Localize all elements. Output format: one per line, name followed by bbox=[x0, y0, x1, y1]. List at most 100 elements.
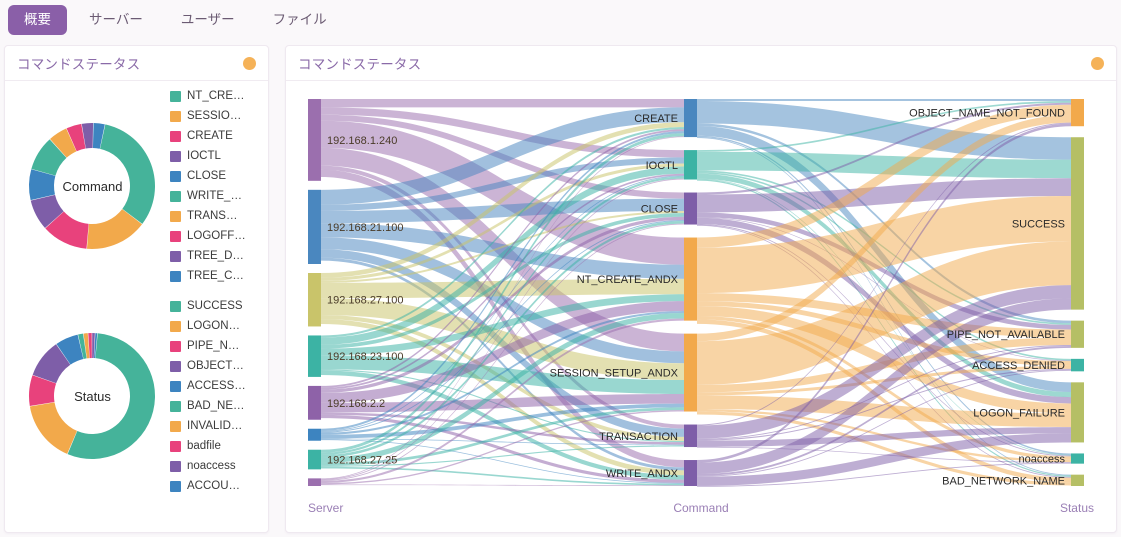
legend-label: BAD_NE… bbox=[187, 400, 245, 412]
sankey-node-label: 192.168.2.2 bbox=[327, 398, 385, 410]
tab-1[interactable]: サーバー bbox=[73, 5, 159, 35]
sankey-node-label: ACCESS_DENIED bbox=[972, 360, 1065, 372]
legend-swatch-icon bbox=[170, 460, 181, 472]
legend-label: SUCCESS bbox=[187, 300, 243, 312]
tab-3[interactable]: ファイル bbox=[257, 5, 343, 35]
legend-label: ACCOU… bbox=[187, 480, 241, 492]
legend-status-item[interactable]: badfile bbox=[170, 437, 262, 455]
legend-swatch-icon bbox=[170, 340, 181, 352]
legend-status-item[interactable]: noaccess bbox=[170, 457, 262, 475]
panel-right-body: 192.168.1.240 192.168.21.100 192.168.27.10… bbox=[286, 81, 1116, 532]
sankey-node-label: LOGON_FAILURE bbox=[973, 407, 1065, 419]
legend-swatch-icon bbox=[170, 420, 181, 432]
sankey-node[interactable] bbox=[1071, 137, 1084, 310]
dashboard-root: 概要 サーバー ユーザー ファイル コマンドステータス Command NT_CRE…… bbox=[0, 0, 1121, 537]
donut-chart-status[interactable]: Status bbox=[15, 301, 170, 491]
legend-swatch-icon bbox=[170, 380, 181, 392]
legend-command-item[interactable]: TRANS… bbox=[170, 207, 262, 225]
donut-block-status: Status SUCCESS LOGON… PIPE_N… OBJECT… ACCESS… bbox=[5, 293, 268, 503]
status-dot-icon[interactable] bbox=[243, 56, 256, 70]
sankey-node[interactable] bbox=[684, 192, 697, 225]
legend-status-item[interactable]: LOGON… bbox=[170, 317, 262, 335]
legend-command-item[interactable]: LOGOFF… bbox=[170, 227, 262, 245]
sankey-node[interactable] bbox=[308, 478, 321, 486]
legend-command-item[interactable]: WRITE_… bbox=[170, 187, 262, 205]
sankey-node[interactable] bbox=[308, 273, 321, 327]
legend-swatch-icon bbox=[170, 270, 181, 282]
sankey-node[interactable] bbox=[684, 424, 697, 448]
sankey-axis-label-server: Server bbox=[308, 501, 343, 515]
legend-status-item[interactable]: OBJECT… bbox=[170, 357, 262, 375]
legend-label: OBJECT… bbox=[187, 360, 244, 372]
tab-2[interactable]: ユーザー bbox=[165, 5, 251, 35]
donut-slice[interactable] bbox=[100, 124, 156, 224]
sankey-node[interactable] bbox=[684, 460, 697, 486]
legend-status-item[interactable]: PIPE_N… bbox=[170, 337, 262, 355]
legend-label: IOCTL bbox=[187, 150, 221, 162]
legend-label: INVALID… bbox=[187, 420, 243, 432]
sankey-node[interactable] bbox=[308, 99, 321, 181]
sankey-node-label: noaccess bbox=[1019, 454, 1066, 466]
legend-label: noaccess bbox=[187, 460, 236, 472]
sankey-node[interactable] bbox=[684, 333, 697, 412]
status-dot-icon[interactable] bbox=[1091, 56, 1104, 70]
legend-swatch-icon bbox=[170, 320, 181, 332]
sankey-node[interactable] bbox=[1071, 99, 1084, 127]
legend-label: badfile bbox=[187, 440, 221, 452]
legend-label: LOGON… bbox=[187, 320, 241, 332]
legend-status-item[interactable]: SUCCESS bbox=[170, 297, 262, 315]
sankey-node-label: OBJECT_NAME_NOT_FOUND bbox=[909, 108, 1065, 120]
donut-chart-command[interactable]: Command bbox=[15, 91, 170, 281]
sankey-node-label: BAD_NETWORK_NAME bbox=[942, 475, 1065, 487]
legend-label: WRITE_… bbox=[187, 190, 242, 202]
sankey-diagram[interactable]: 192.168.1.240 192.168.21.100 192.168.27.10… bbox=[286, 81, 1116, 532]
sankey-axis-label-command: Command bbox=[673, 501, 728, 515]
sankey-node[interactable] bbox=[308, 385, 321, 420]
sankey-node[interactable] bbox=[1071, 358, 1084, 372]
legend-swatch-icon bbox=[170, 480, 181, 492]
legend-command-item[interactable]: IOCTL bbox=[170, 147, 262, 165]
sankey-node[interactable] bbox=[1071, 453, 1084, 464]
tab-0[interactable]: 概要 bbox=[8, 4, 67, 36]
tab-bar: 概要 サーバー ユーザー ファイル bbox=[0, 0, 1121, 40]
sankey-node-label: 192.168.27.25 bbox=[327, 455, 397, 467]
sankey-node[interactable] bbox=[308, 428, 321, 441]
legend-command-item[interactable]: NT_CRE… bbox=[170, 87, 262, 105]
legend-swatch-icon bbox=[170, 250, 181, 262]
sankey-node-label: NT_CREATE_ANDX bbox=[577, 274, 679, 286]
legend-status-item[interactable]: ACCESS… bbox=[170, 377, 262, 395]
sankey-node[interactable] bbox=[1071, 320, 1084, 348]
legend-swatch-icon bbox=[170, 230, 181, 242]
legend-command-item[interactable]: SESSIO… bbox=[170, 107, 262, 125]
sankey-node[interactable] bbox=[1071, 382, 1084, 443]
donut-slice[interactable] bbox=[29, 402, 78, 454]
legend-swatch-icon bbox=[170, 150, 181, 162]
donut-svg-command bbox=[29, 123, 156, 249]
legend-label: SESSIO… bbox=[187, 110, 242, 122]
sankey-node-label: 192.168.21.100 bbox=[327, 222, 403, 234]
sankey-link[interactable] bbox=[321, 99, 684, 108]
legend-label: PIPE_N… bbox=[187, 340, 240, 352]
legend-command-item[interactable]: CLOSE bbox=[170, 167, 262, 185]
sankey-link[interactable] bbox=[697, 99, 1071, 102]
legend-command-item[interactable]: CREATE bbox=[170, 127, 262, 145]
legend-command-item[interactable]: TREE_D… bbox=[170, 247, 262, 265]
sankey-node[interactable] bbox=[684, 99, 697, 138]
legend-label: TRANS… bbox=[187, 210, 238, 222]
sankey-node[interactable] bbox=[684, 150, 697, 180]
legend-status-item[interactable]: ACCOU… bbox=[170, 477, 262, 495]
legend-status-item[interactable]: INVALID… bbox=[170, 417, 262, 435]
sankey-node-label: WRITE_ANDX bbox=[606, 468, 679, 480]
legend-swatch-icon bbox=[170, 110, 181, 122]
sankey-node-label: IOCTL bbox=[646, 160, 678, 172]
sankey-node[interactable] bbox=[308, 335, 321, 377]
sankey-node[interactable] bbox=[308, 449, 321, 470]
sankey-node-label: CREATE bbox=[634, 113, 678, 125]
sankey-node[interactable] bbox=[1071, 474, 1084, 486]
legend-status-item[interactable]: BAD_NE… bbox=[170, 397, 262, 415]
sankey-node[interactable] bbox=[684, 237, 697, 321]
legend-label: LOGOFF… bbox=[187, 230, 246, 242]
sankey-node[interactable] bbox=[308, 189, 321, 264]
legend-label: TREE_C… bbox=[187, 270, 244, 282]
legend-command-item[interactable]: TREE_C… bbox=[170, 267, 262, 285]
